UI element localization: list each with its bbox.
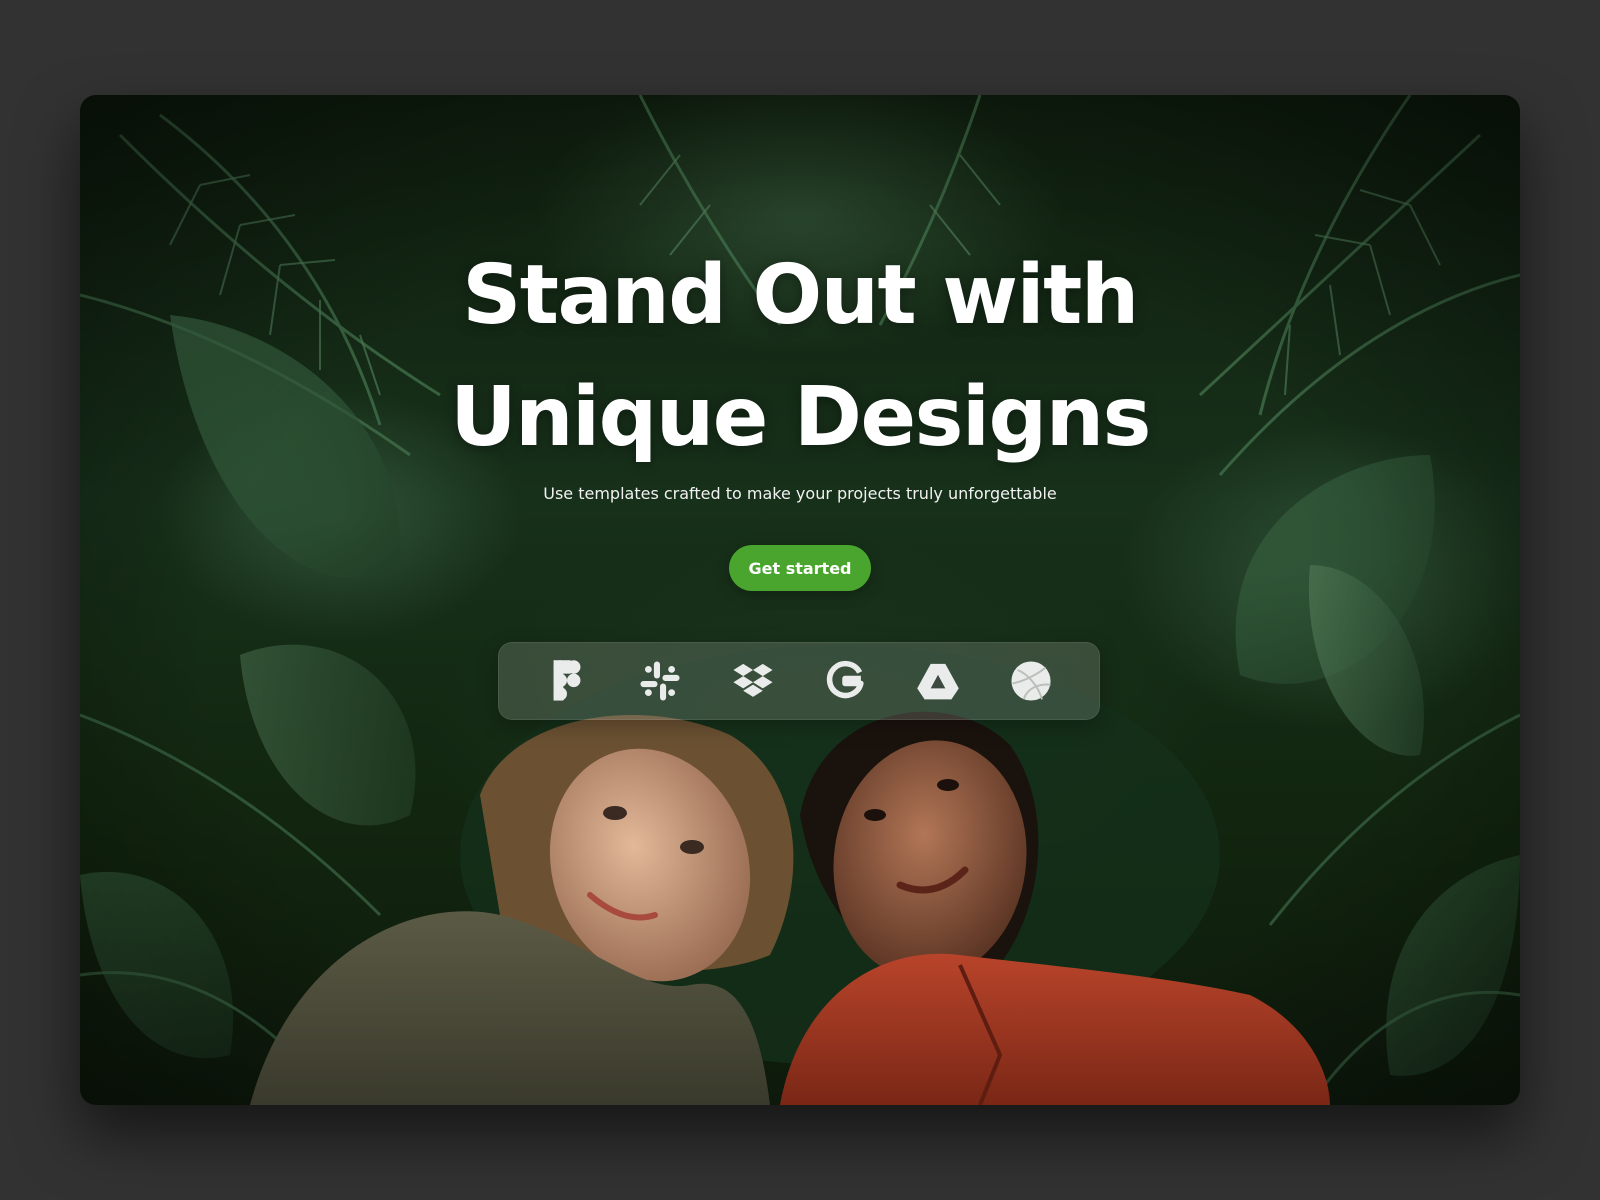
headline-line-2: Unique Designs xyxy=(450,370,1151,465)
google-icon[interactable] xyxy=(821,657,869,705)
integrations-bar xyxy=(498,642,1100,720)
dropbox-icon[interactable] xyxy=(729,657,777,705)
get-started-button[interactable]: Get started xyxy=(729,545,871,591)
dribbble-icon[interactable] xyxy=(1007,657,1055,705)
hero-section: Stand Out with Unique Designs Use templa… xyxy=(80,95,1520,1105)
hero-subheadline: Use templates crafted to make your proje… xyxy=(543,484,1057,503)
figma-icon[interactable] xyxy=(543,657,591,705)
hero-headline: Stand Out with Unique Designs xyxy=(380,235,1220,479)
headline-line-1: Stand Out with xyxy=(462,248,1139,343)
slack-icon[interactable] xyxy=(636,657,684,705)
google-drive-icon[interactable] xyxy=(914,657,962,705)
